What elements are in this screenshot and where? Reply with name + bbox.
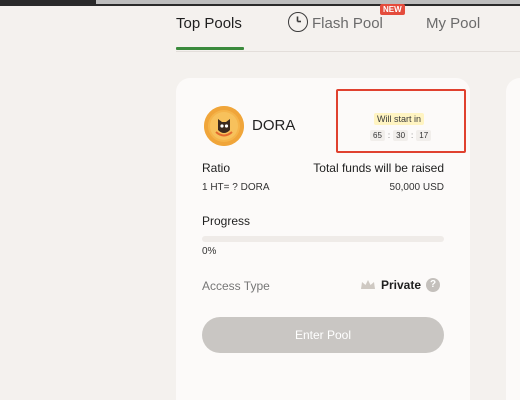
countdown-highlight: Will start in 65:30:17 <box>336 89 466 153</box>
help-icon[interactable]: ? <box>426 278 440 292</box>
countdown-label: Will start in <box>374 113 425 125</box>
tab-my-pool-label: My Pool <box>426 15 481 32</box>
browser-tabstrip <box>96 0 520 4</box>
crown-icon <box>360 279 376 291</box>
tab-top-pools-label: Top Pools <box>176 15 242 32</box>
clock-icon <box>288 12 308 32</box>
ratio-value: 1 HT= ? DORA <box>202 182 270 193</box>
token-name: DORA <box>252 117 296 134</box>
ratio-label: Ratio <box>202 161 231 175</box>
tab-top-pools[interactable]: Top Pools <box>176 12 244 52</box>
countdown-hours: 65 <box>370 130 385 141</box>
countdown-seconds: 17 <box>416 130 432 141</box>
countdown-timer: 65:30:17 <box>370 130 432 141</box>
countdown-minutes: 30 <box>393 130 409 141</box>
access-type-text: Private <box>380 278 421 292</box>
active-tab-underline <box>176 47 244 50</box>
access-type-value: Private ? <box>360 278 440 292</box>
next-pool-card[interactable] <box>506 78 520 400</box>
pool-tabs: Top Pools Flash Pool NEW My Pool <box>176 4 520 52</box>
tab-flash-pool-label: Flash Pool <box>312 15 383 32</box>
browser-top-edge <box>0 0 520 6</box>
pool-card[interactable]: DORA Will start in 65:30:17 Ratio Total … <box>176 78 470 400</box>
dora-token-logo <box>204 106 244 146</box>
new-badge: NEW <box>380 4 405 15</box>
enter-pool-button[interactable]: Enter Pool <box>202 317 444 353</box>
progress-percent: 0% <box>202 246 217 257</box>
funds-value: 50,000 USD <box>389 182 444 193</box>
tab-my-pool[interactable]: My Pool <box>426 12 480 52</box>
funds-label: Total funds will be raised <box>313 161 444 175</box>
access-type-label: Access Type <box>202 279 270 293</box>
progress-label: Progress <box>202 214 251 228</box>
progress-bar <box>202 236 444 242</box>
